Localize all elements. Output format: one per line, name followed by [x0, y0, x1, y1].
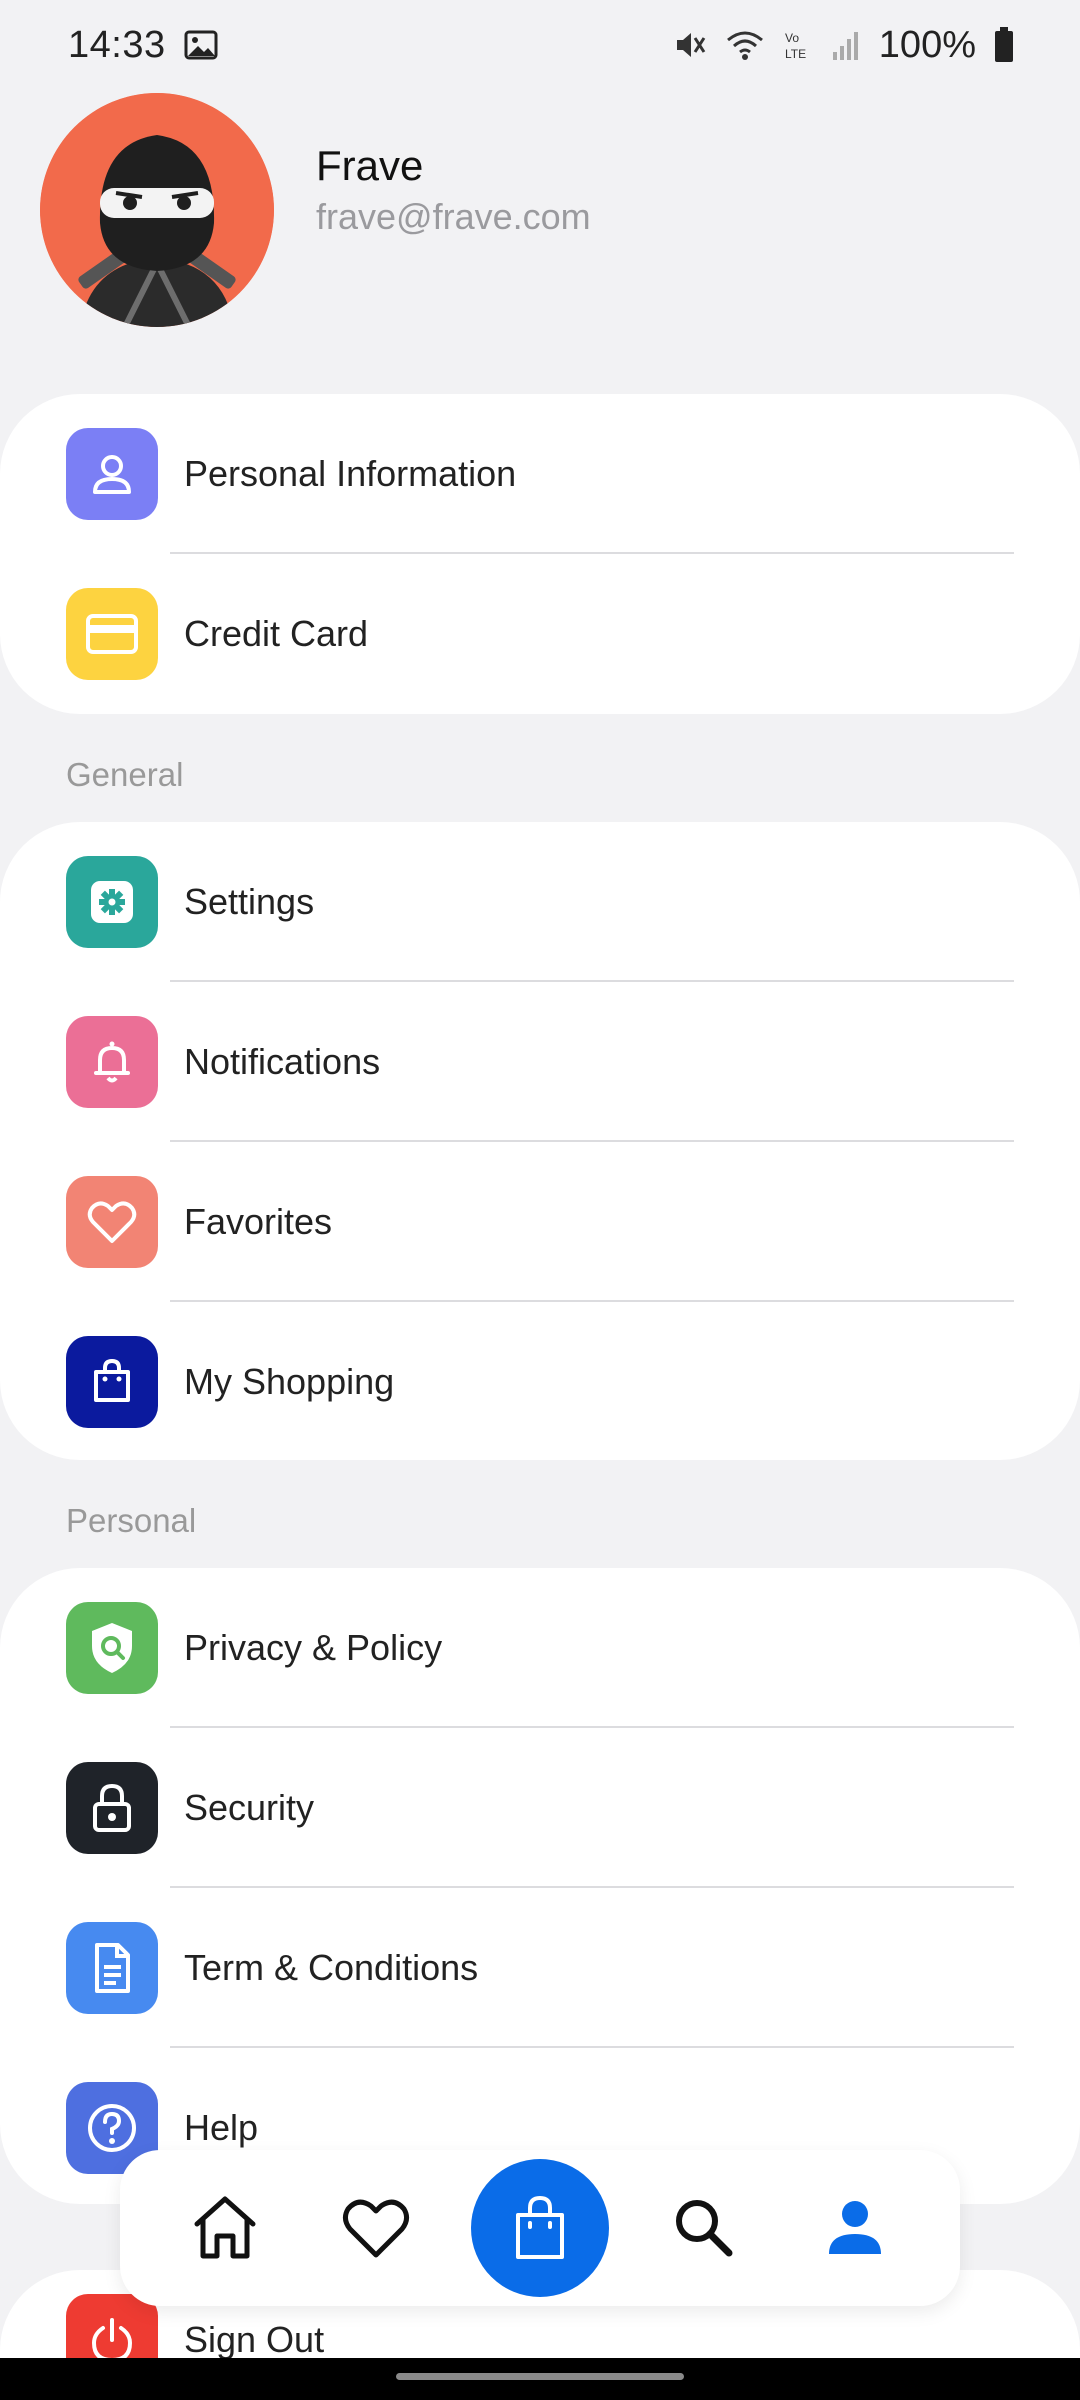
- section-title-personal: Personal: [66, 1502, 197, 1539]
- credit-card-icon: [66, 588, 158, 680]
- menu-item-privacy-policy[interactable]: Privacy & Policy: [0, 1568, 1080, 1728]
- menu-item-my-shopping[interactable]: My Shopping: [0, 1302, 1080, 1462]
- menu-item-label: Favorites: [184, 1201, 333, 1242]
- status-time: 14:33: [68, 23, 166, 66]
- menu-item-label: Help: [184, 2107, 259, 2148]
- wifi-icon: [725, 28, 765, 62]
- menu-item-label: Security: [184, 1787, 315, 1828]
- profile-header: Frave frave@frave.com: [40, 92, 591, 328]
- menu-item-label: Term & Conditions: [184, 1947, 479, 1988]
- battery-icon: [994, 27, 1014, 63]
- ninja-avatar-icon: [40, 93, 274, 327]
- menu-item-label: Sign Out: [184, 2319, 325, 2360]
- volte-icon: Vo LTE: [783, 28, 813, 62]
- account-card: Personal Information Credit Card: [0, 394, 1080, 714]
- shopping-bag-icon: [515, 2195, 564, 2259]
- menu-item-label: Credit Card: [184, 613, 369, 654]
- menu-item-favorites[interactable]: Favorites: [0, 1142, 1080, 1302]
- shield-search-icon: [66, 1602, 158, 1694]
- heart-icon: [342, 2199, 409, 2258]
- signal-icon: [831, 28, 861, 62]
- nav-home[interactable]: [170, 2173, 280, 2283]
- menu-item-label: Personal Information: [184, 453, 517, 494]
- document-icon: [66, 1922, 158, 2014]
- menu-item-label: Privacy & Policy: [184, 1627, 443, 1668]
- nav-profile[interactable]: [800, 2173, 910, 2283]
- menu-item-personal-information[interactable]: Personal Information: [0, 394, 1080, 554]
- svg-text:LTE: LTE: [785, 47, 806, 61]
- svg-text:Vo: Vo: [785, 31, 799, 45]
- section-title-general: General: [66, 756, 184, 793]
- profile-icon: [828, 2201, 881, 2254]
- battery-percent: 100%: [878, 23, 976, 66]
- shopping-bag-icon: [66, 1336, 158, 1428]
- general-card: Settings Notifications Favorites My Shop…: [0, 822, 1080, 1460]
- bell-icon: [66, 1016, 158, 1108]
- gallery-icon: [184, 30, 218, 60]
- search-icon: [676, 2200, 733, 2257]
- avatar[interactable]: [40, 93, 274, 327]
- menu-item-terms-conditions[interactable]: Term & Conditions: [0, 1888, 1080, 2048]
- person-icon: [66, 428, 158, 520]
- mute-icon: [673, 28, 707, 62]
- menu-item-settings[interactable]: Settings: [0, 822, 1080, 982]
- gear-icon: [66, 856, 158, 948]
- profile-email: frave@frave.com: [316, 196, 591, 237]
- status-bar: 14:33 Vo LTE 100%: [0, 0, 1080, 90]
- menu-item-label: Notifications: [184, 1041, 381, 1082]
- bottom-navigation: [120, 2150, 960, 2306]
- nav-search[interactable]: [649, 2173, 759, 2283]
- nav-favorites[interactable]: [321, 2173, 431, 2283]
- nav-cart-button[interactable]: [470, 2159, 609, 2297]
- heart-icon: [66, 1176, 158, 1268]
- menu-item-label: My Shopping: [184, 1361, 395, 1402]
- menu-item-credit-card[interactable]: Credit Card: [0, 554, 1080, 714]
- home-gesture-bar[interactable]: [396, 2373, 684, 2380]
- profile-name: Frave: [316, 142, 424, 189]
- personal-card: Privacy & Policy Security Term & Conditi…: [0, 1568, 1080, 2204]
- menu-item-notifications[interactable]: Notifications: [0, 982, 1080, 1142]
- lock-icon: [66, 1762, 158, 1854]
- menu-item-security[interactable]: Security: [0, 1728, 1080, 1888]
- home-icon: [194, 2196, 256, 2259]
- menu-item-label: Settings: [184, 881, 315, 922]
